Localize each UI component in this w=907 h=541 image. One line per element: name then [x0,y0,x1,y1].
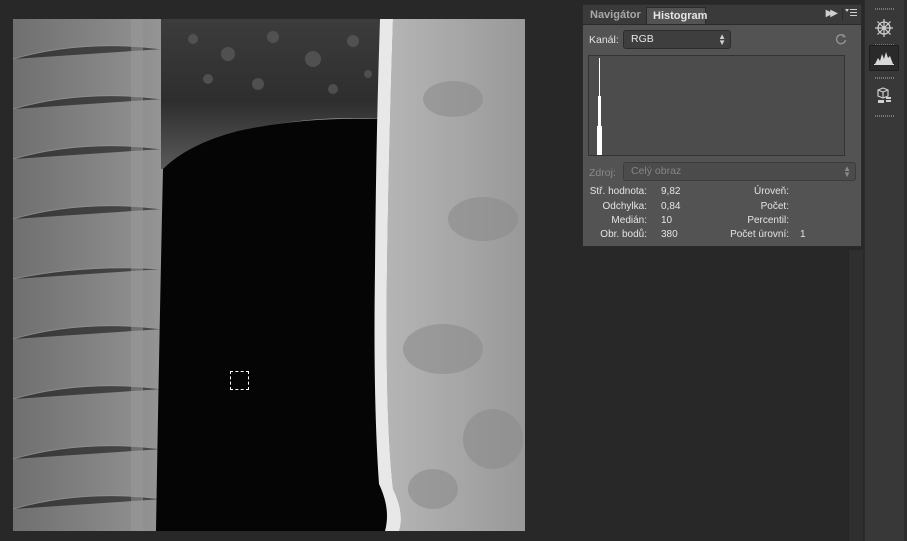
sem-image [13,19,525,531]
dock-grip[interactable] [875,8,895,10]
stat-deviation-value: 0,84 [661,201,681,212]
tab-bar-divider [842,8,843,21]
tab-histogram[interactable]: Histogram [646,7,707,24]
refresh-icon[interactable] [835,33,847,48]
stat-mean-value: 9,82 [661,186,681,197]
dock-grip[interactable] [875,77,895,79]
dock-button-histogram[interactable] [869,45,899,71]
stat-cache-level-value: 1 [800,229,806,240]
stat-level-label: Úroveň: [753,186,789,197]
dock-button-properties[interactable] [869,83,899,109]
histogram-plot [597,58,602,155]
panel-well-strip [848,250,863,541]
stat-pixels-label: Obr. bodů: [600,229,647,240]
stat-count-label: Počet: [760,201,789,212]
tab-navigator[interactable]: Navigátor [584,7,646,24]
navigator-wheel-icon [869,19,899,44]
histogram-graph[interactable] [588,55,845,156]
channel-select-value: RGB [631,33,654,45]
selection-marquee[interactable] [230,371,249,390]
chevron-down-icon: ▼ [843,170,851,179]
panel-menu-icon[interactable] [845,8,857,21]
dock-grip [875,115,895,117]
histogram-icon [870,52,898,73]
channel-select[interactable]: RGB ▲ ▼ [623,30,731,49]
stat-percentile-label: Percentil: [747,215,789,226]
stat-median-label: Medián: [611,215,647,226]
stat-cache-level-label: Počet úrovní: [730,229,789,240]
stat-deviation-label: Odchylka: [602,201,647,212]
stat-pixels-value: 380 [661,229,678,240]
chevron-down-icon: ▼ [718,38,726,47]
dock-button-navigator[interactable] [869,15,899,41]
stat-median-value: 10 [661,215,673,226]
double-chevron-right-icon[interactable]: ▶▶ [826,8,839,19]
stat-mean-label: Stř. hodnota: [589,186,647,197]
source-select-value: Celý obraz [631,165,682,177]
source-select[interactable]: Celý obraz ▲ ▼ [623,162,856,181]
document-canvas[interactable] [13,19,525,531]
panel-dock [864,0,905,541]
histogram-panel: Navigátor Histogram ▶▶ Kanál: RGB ▲ ▼ Zd… [582,4,862,247]
channel-label: Kanál: [589,34,619,46]
properties-cube-icon [869,87,899,112]
panel-tab-bar: Navigátor Histogram ▶▶ [583,5,861,25]
source-label: Zdroj: [589,167,616,179]
